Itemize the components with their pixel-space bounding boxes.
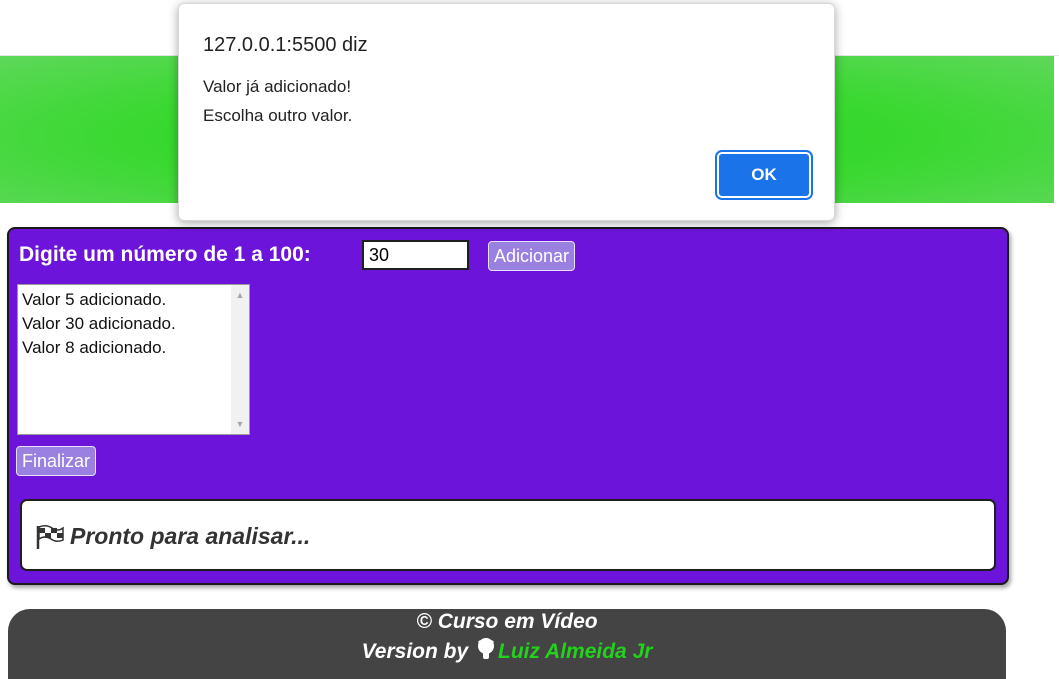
finish-button[interactable]: Finalizar xyxy=(16,446,97,476)
list-item[interactable]: Valor 5 adicionado. xyxy=(22,288,227,312)
footer-version-label: Version by xyxy=(361,640,469,663)
listbox-scrollbar[interactable]: ▲ ▼ xyxy=(231,285,249,434)
scroll-down-arrow-icon[interactable]: ▼ xyxy=(231,416,249,432)
alert-dialog: 127.0.0.1:5500 diz Valor já adicionado! … xyxy=(178,3,835,221)
main-panel: Digite um número de 1 a 100: Adicionar V… xyxy=(7,227,1009,585)
values-list: Valor 5 adicionado. Valor 30 adicionado.… xyxy=(22,288,227,360)
list-item[interactable]: Valor 8 adicionado. xyxy=(22,336,227,360)
author-link[interactable]: Luiz Almeida Jr xyxy=(498,640,652,663)
add-button[interactable]: Adicionar xyxy=(488,241,576,271)
values-listbox[interactable]: Valor 5 adicionado. Valor 30 adicionado.… xyxy=(17,284,250,435)
list-item[interactable]: Valor 30 adicionado. xyxy=(22,312,227,336)
page-footer: © Curso em Vídeo Version by Luiz Almeida… xyxy=(8,609,1006,679)
footer-copyright: © Curso em Vídeo xyxy=(416,610,598,633)
checkered-flag-icon xyxy=(35,524,65,555)
number-prompt-label: Digite um número de 1 a 100: xyxy=(19,243,311,266)
github-icon xyxy=(476,638,496,666)
dialog-origin: 127.0.0.1:5500 diz xyxy=(203,34,368,56)
ok-button[interactable]: OK xyxy=(715,150,813,200)
dialog-message-line-2: Escolha outro valor. xyxy=(203,106,353,125)
scroll-up-arrow-icon[interactable]: ▲ xyxy=(231,287,249,303)
result-text: Pronto para analisar... xyxy=(70,523,311,549)
number-input[interactable] xyxy=(362,240,469,270)
dialog-message-line-1: Valor já adicionado! xyxy=(203,77,352,96)
result-panel: Pronto para analisar... xyxy=(20,499,996,571)
footer-credits: Version by Luiz Almeida Jr xyxy=(8,638,1006,666)
